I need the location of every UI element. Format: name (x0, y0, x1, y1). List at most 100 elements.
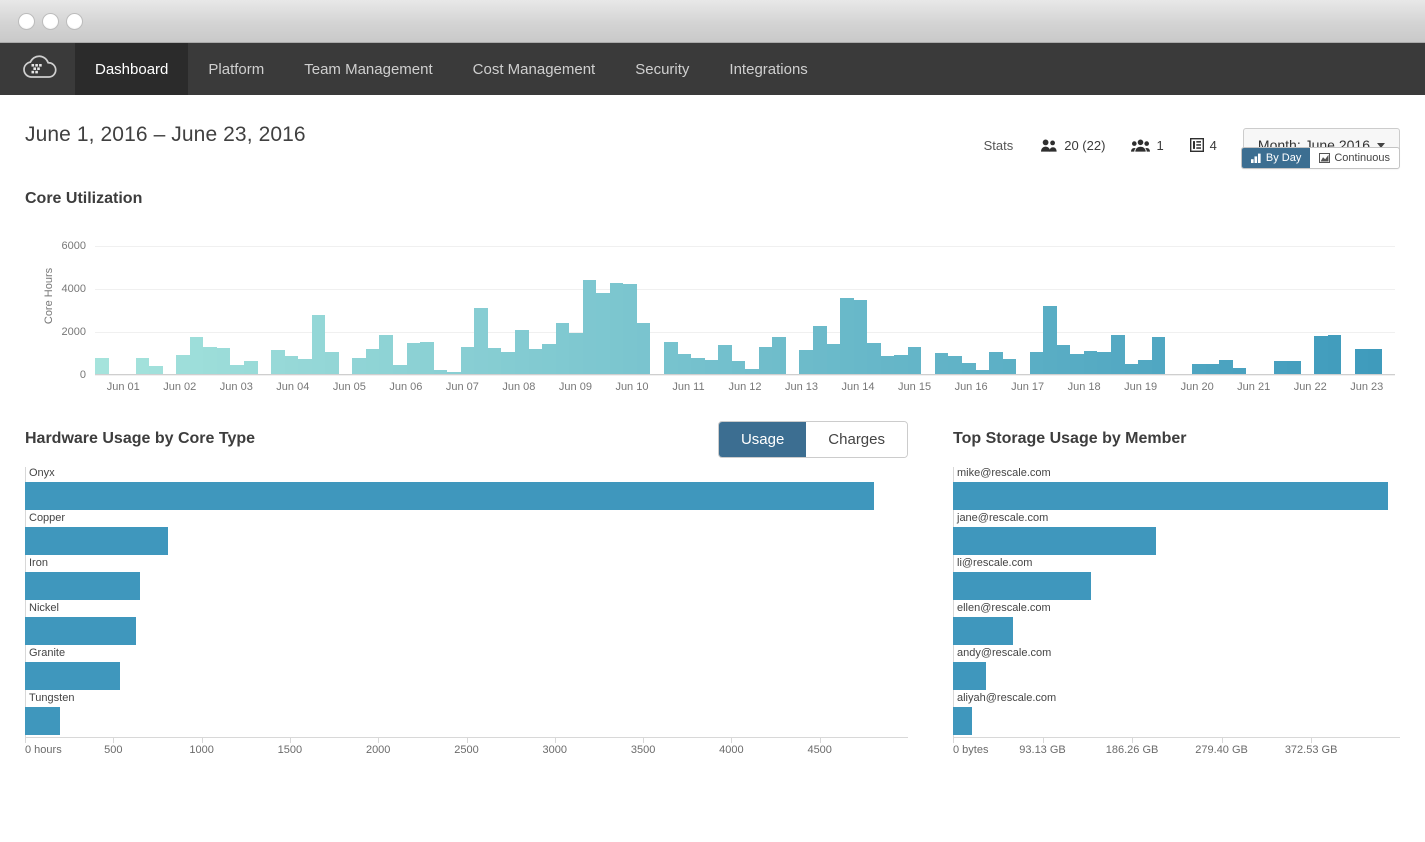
core-utilization-bar[interactable] (772, 336, 786, 375)
core-utilization-bar[interactable] (487, 347, 502, 375)
core-utilization-bar[interactable] (609, 282, 624, 375)
core-utilization-bar[interactable] (1056, 345, 1071, 375)
nav-item-cost-management[interactable]: Cost Management (453, 43, 616, 95)
core-utilization-bar[interactable] (691, 358, 705, 375)
core-utilization-bar[interactable] (420, 342, 434, 375)
core-utilization-bar[interactable] (176, 355, 190, 375)
core-utilization-bar[interactable] (325, 352, 339, 375)
hardware-usage-bar[interactable] (25, 482, 875, 510)
core-utilization-bar[interactable] (1287, 361, 1301, 375)
axis-tick-mark (1311, 738, 1313, 743)
core-utilization-bar[interactable] (718, 345, 732, 375)
hardware-usage-bar[interactable] (25, 617, 137, 645)
core-utilization-bar[interactable] (1138, 360, 1152, 375)
core-utilization-bar[interactable] (989, 352, 1003, 375)
axis-tick-mark (731, 738, 733, 743)
toggle-by-day[interactable]: By Day (1241, 148, 1311, 168)
core-utilization-bar[interactable] (501, 351, 515, 375)
core-utilization-bar[interactable] (758, 346, 773, 375)
nav-item-security[interactable]: Security (615, 43, 709, 95)
core-utilization-bar[interactable] (1273, 361, 1288, 375)
core-utilization-bar[interactable] (365, 348, 380, 375)
core-utilization-bar[interactable] (298, 358, 312, 375)
core-utilization-bar[interactable] (867, 343, 881, 375)
storage-usage-bar[interactable] (953, 572, 1092, 600)
core-utilization-bar[interactable] (474, 308, 488, 375)
storage-usage-bar[interactable] (953, 662, 986, 690)
core-utilization-bar[interactable] (135, 357, 150, 375)
hardware-usage-bar[interactable] (25, 572, 140, 600)
core-utilization-bar[interactable] (555, 323, 570, 375)
x-tick-label: Jun 15 (898, 381, 932, 393)
toggle-continuous[interactable]: Continuous (1310, 148, 1399, 168)
core-utilization-bar[interactable] (1043, 305, 1057, 375)
core-utilization-bar[interactable] (1029, 351, 1044, 375)
core-utilization-bar[interactable] (189, 336, 204, 375)
core-utilization-bar[interactable] (1151, 336, 1166, 375)
core-utilization-bar[interactable] (406, 343, 421, 375)
hardware-usage-bar[interactable] (25, 662, 121, 690)
nav-item-integrations[interactable]: Integrations (709, 43, 827, 95)
core-utilization-bar[interactable] (840, 298, 854, 375)
core-utilization-bar[interactable] (271, 349, 285, 375)
storage-usage-bar[interactable] (953, 707, 973, 735)
core-utilization-bar[interactable] (1354, 348, 1369, 375)
core-utilization-bar[interactable] (1314, 335, 1328, 375)
nav-item-team-management[interactable]: Team Management (284, 43, 452, 95)
core-utilization-bar[interactable] (284, 356, 299, 375)
core-utilization-bar[interactable] (1111, 335, 1125, 375)
core-utilization-bar[interactable] (1070, 354, 1084, 375)
core-utilization-bar[interactable] (514, 329, 529, 375)
core-utilization-bar[interactable] (1368, 349, 1382, 375)
core-utilization-bar[interactable] (1097, 351, 1112, 375)
core-utilization-bar[interactable] (203, 346, 217, 375)
hardware-usage-bar[interactable] (25, 527, 169, 555)
core-utilization-bar[interactable] (826, 343, 841, 375)
core-utilization-bar[interactable] (542, 344, 556, 375)
core-utilization-bar[interactable] (460, 347, 475, 375)
stat-users: 20 (22) (1041, 138, 1105, 153)
core-utilization-bar[interactable] (880, 356, 895, 375)
core-utilization-bar[interactable] (1002, 359, 1017, 375)
core-utilization-bar[interactable] (812, 325, 827, 375)
core-utilization-bar[interactable] (352, 358, 366, 375)
storage-usage-bar[interactable] (953, 617, 1013, 645)
core-utilization-bar[interactable] (379, 334, 394, 375)
nav-item-platform[interactable]: Platform (188, 43, 284, 95)
core-utilization-bar[interactable] (528, 349, 543, 375)
core-utilization-bar[interactable] (677, 353, 692, 375)
core-utilization-bar[interactable] (582, 280, 597, 375)
maximize-dot[interactable] (66, 12, 83, 30)
core-utilization-bar[interactable] (948, 356, 962, 375)
core-utilization-bar[interactable] (731, 361, 746, 375)
core-utilization-bar[interactable] (95, 357, 109, 375)
core-utilization-bar[interactable] (1219, 360, 1233, 375)
toggle-usage[interactable]: Usage (718, 421, 807, 457)
core-utilization-bar[interactable] (853, 299, 868, 375)
axis-tick-mark (819, 738, 821, 743)
core-utilization-bar[interactable] (663, 342, 678, 375)
brand-logo[interactable] (0, 43, 75, 95)
core-utilization-bar[interactable] (596, 293, 610, 375)
core-utilization-bar[interactable] (244, 360, 258, 375)
core-utilization-bar[interactable] (216, 348, 231, 375)
core-utilization-bar[interactable] (311, 314, 326, 375)
core-utilization-bar[interactable] (704, 359, 719, 375)
core-utilization-bar[interactable] (1327, 335, 1342, 375)
core-utilization-bar[interactable] (1083, 350, 1098, 375)
hardware-usage-bar[interactable] (25, 707, 61, 735)
core-utilization-bar[interactable] (799, 350, 813, 375)
close-dot[interactable] (18, 12, 35, 30)
x-tick-label: 372.53 GB (1284, 744, 1338, 756)
core-utilization-bar[interactable] (907, 346, 922, 375)
storage-usage-bar[interactable] (953, 482, 1389, 510)
toggle-charges[interactable]: Charges (806, 421, 907, 457)
storage-usage-bar[interactable] (953, 527, 1156, 555)
core-utilization-bar[interactable] (623, 283, 637, 375)
core-utilization-bar[interactable] (894, 354, 908, 375)
minimize-dot[interactable] (42, 12, 59, 30)
core-utilization-bar[interactable] (934, 352, 949, 375)
core-utilization-bar[interactable] (636, 322, 651, 375)
core-utilization-bar[interactable] (569, 333, 583, 375)
nav-item-dashboard[interactable]: Dashboard (75, 43, 189, 95)
